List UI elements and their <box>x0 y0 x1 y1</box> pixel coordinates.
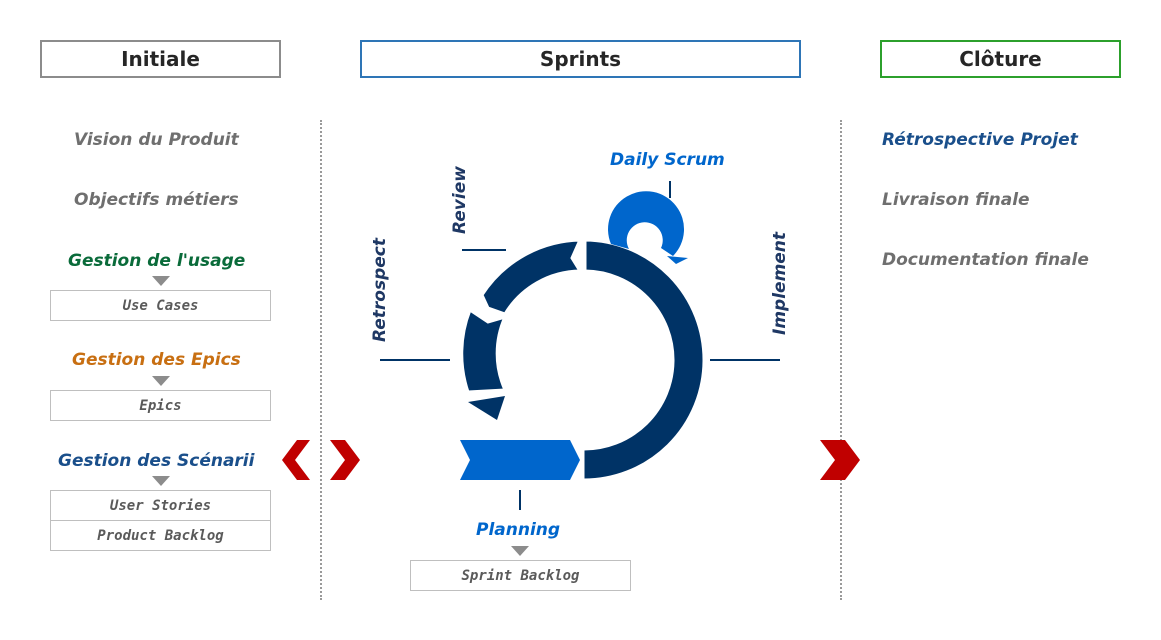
chevron-left-icon <box>282 440 310 480</box>
implement-label: Implement <box>770 231 790 335</box>
daily-scrum-arrow-icon <box>667 256 688 264</box>
daily-scrum-loop <box>608 191 685 256</box>
arrow-down-icon <box>511 546 529 556</box>
sprint-cycle-diagram <box>282 181 860 510</box>
daily-scrum-label: Daily Scrum <box>610 150 725 170</box>
chevron-right-icon <box>820 440 860 480</box>
review-label: Review <box>450 166 470 234</box>
chevron-right-icon <box>330 440 360 480</box>
cycle-ring-tip <box>468 396 505 420</box>
cycle-ring-main <box>581 238 706 482</box>
cycle-ring-top <box>480 238 583 316</box>
retrospect-label: Retrospect <box>370 238 390 342</box>
planning-label: Planning <box>476 520 561 540</box>
planning-arrow <box>460 440 580 480</box>
sprint-backlog-box: Sprint Backlog <box>410 560 631 591</box>
cycle-ring-left <box>460 307 508 394</box>
